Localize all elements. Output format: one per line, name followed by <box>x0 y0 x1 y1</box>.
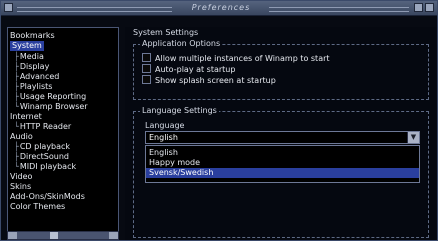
tree-item-internet[interactable]: Internet <box>10 112 42 122</box>
tree-item-label: DirectSound <box>19 152 69 161</box>
language-option-english[interactable]: English <box>146 148 419 158</box>
tree-item-label: Color Themes <box>10 202 66 211</box>
tree-item-system[interactable]: System <box>10 41 44 51</box>
scroll-thumb[interactable] <box>50 232 58 239</box>
application-options-group: Application Options Allow multiple insta… <box>133 39 429 100</box>
tree-item-directsound[interactable]: ├DirectSound <box>14 152 69 162</box>
tree-item-label: Internet <box>10 112 42 121</box>
tree-branch-icon: ├ <box>14 82 19 91</box>
preferences-window: Preferences Bookmarks System ├Media ├Dis… <box>0 0 438 241</box>
group-legend: Language Settings <box>140 106 219 115</box>
tree-item-label: Add-Ons/SkinMods <box>10 192 85 201</box>
tree-item-advanced[interactable]: ├Advanced <box>14 72 59 82</box>
window-title: Preferences <box>191 3 251 12</box>
tree-branch-icon: ├ <box>14 72 19 81</box>
tree-item-label: Media <box>19 52 44 61</box>
chevron-down-icon[interactable]: ▼ <box>407 132 419 143</box>
tree-item-media[interactable]: ├Media <box>14 52 44 62</box>
group-legend: Application Options <box>140 39 223 48</box>
tree-branch-icon: ├ <box>14 152 19 161</box>
tree-item-label: System <box>12 41 42 50</box>
option-label: Allow multiple instances of Winamp to st… <box>155 54 330 63</box>
tree-branch-icon: └ <box>14 122 19 131</box>
title-bar-grip-right <box>269 7 409 12</box>
tree-item-label: Audio <box>10 132 33 141</box>
tree-item-add-ons[interactable]: Add-Ons/SkinMods <box>10 192 85 202</box>
tree-item-label: MIDI playback <box>19 162 77 171</box>
tree-item-http-reader[interactable]: └HTTP Reader <box>14 122 71 132</box>
tree-branch-icon: └ <box>14 162 19 171</box>
tree-item-label: Display <box>19 62 50 71</box>
scroll-left-arrow-icon[interactable] <box>8 232 17 239</box>
close-icon[interactable] <box>425 3 434 12</box>
sidebar-horizontal-scrollbar[interactable] <box>7 231 119 240</box>
tree-item-display[interactable]: ├Display <box>14 62 49 72</box>
tree-item-cd-playback[interactable]: ├CD playback <box>14 142 70 152</box>
tree-item-label: Bookmarks <box>10 31 55 40</box>
language-select-value: English <box>149 133 178 142</box>
tree-item-bookmarks[interactable]: Bookmarks <box>10 31 55 41</box>
tree-branch-icon: ├ <box>14 52 19 61</box>
language-select[interactable]: English ▼ <box>145 131 420 144</box>
tree-item-skins[interactable]: Skins <box>10 182 31 192</box>
system-menu-icon[interactable] <box>4 3 13 12</box>
tree-item-label: Advanced <box>19 72 60 81</box>
tree-item-label: CD playback <box>19 142 71 151</box>
tree-item-audio[interactable]: Audio <box>10 132 33 142</box>
option-splash-screen[interactable]: Show splash screen at startup <box>142 75 276 85</box>
language-option-swedish[interactable]: Svensk/Swedish <box>146 168 419 178</box>
panel-title: System Settings <box>133 28 199 37</box>
language-label: Language <box>145 121 185 130</box>
tree-branch-icon: ├ <box>14 62 19 71</box>
tree-item-usage-reporting[interactable]: ├Usage Reporting <box>14 92 86 102</box>
title-bar[interactable]: Preferences <box>1 1 437 16</box>
language-dropdown-list[interactable]: English Happy mode Svensk/Swedish <box>145 145 420 183</box>
language-option-happy-mode[interactable]: Happy mode <box>146 158 419 168</box>
scroll-right-arrow-icon[interactable] <box>109 232 118 239</box>
tree-branch-icon: └ <box>14 102 19 111</box>
preferences-tree[interactable]: Bookmarks System ├Media ├Display ├Advanc… <box>7 27 119 232</box>
tree-item-label: Skins <box>10 182 32 191</box>
tree-branch-icon: ├ <box>14 142 19 151</box>
tree-item-winamp-browser[interactable]: └Winamp Browser <box>14 102 88 112</box>
option-label: Show splash screen at startup <box>155 76 276 85</box>
title-bar-grip-left <box>17 7 172 12</box>
checkbox[interactable] <box>142 53 151 62</box>
tree-item-playlists[interactable]: ├Playlists <box>14 82 52 92</box>
tree-branch-icon: ├ <box>14 92 19 101</box>
tree-item-label: HTTP Reader <box>19 122 72 131</box>
tree-item-color-themes[interactable]: Color Themes <box>10 202 65 212</box>
checkbox[interactable] <box>142 64 151 73</box>
option-label: Auto-play at startup <box>155 65 236 74</box>
tree-item-video[interactable]: Video <box>10 172 32 182</box>
settings-panel: System Settings Application Options Allo… <box>125 27 436 240</box>
option-multiple-instances[interactable]: Allow multiple instances of Winamp to st… <box>142 53 330 63</box>
tree-item-midi-playback[interactable]: └MIDI playback <box>14 162 76 172</box>
checkbox[interactable] <box>142 75 151 84</box>
tree-item-label: Winamp Browser <box>19 102 88 111</box>
option-auto-play[interactable]: Auto-play at startup <box>142 64 235 74</box>
tree-item-label: Usage Reporting <box>19 92 87 101</box>
tree-item-label: Playlists <box>19 82 53 91</box>
minimize-icon[interactable] <box>414 3 423 12</box>
tree-item-label: Video <box>10 172 33 181</box>
